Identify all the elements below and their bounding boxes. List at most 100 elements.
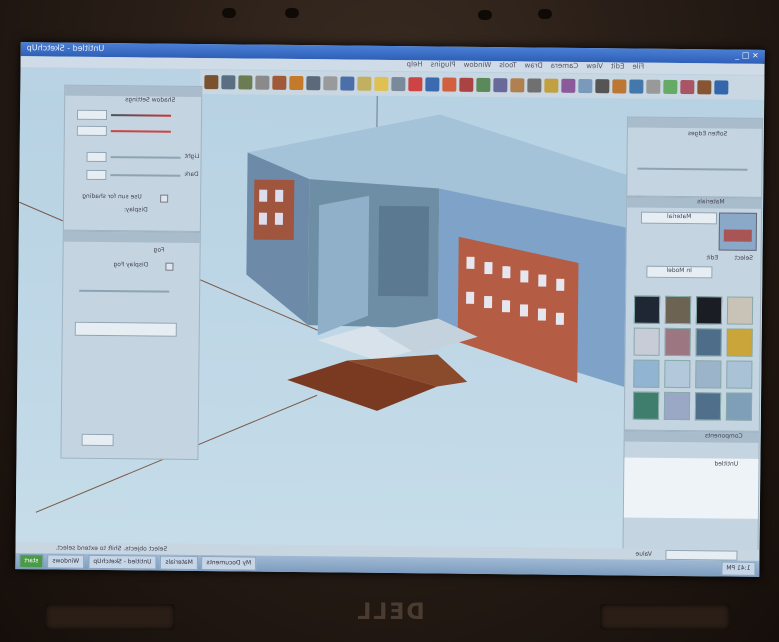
bezel-screw [538, 9, 552, 19]
tool-button-icon[interactable] [561, 78, 576, 93]
material-swatch[interactable] [695, 328, 722, 357]
tab-edit[interactable]: Edit [707, 254, 719, 261]
menu-window[interactable]: Window [464, 61, 492, 69]
tool-button-icon[interactable] [408, 77, 423, 92]
tab-select[interactable]: Select [735, 255, 754, 262]
material-swatch[interactable] [633, 295, 661, 324]
material-swatch[interactable] [633, 327, 660, 356]
components-list[interactable]: Untitled [623, 457, 759, 519]
left-building [253, 179, 295, 240]
menu-help[interactable]: Help [407, 60, 423, 68]
light-field[interactable] [86, 151, 107, 163]
fog-panel: Fog Display Fog [60, 230, 201, 461]
taskbar-item[interactable]: Materials [160, 555, 198, 571]
taskbar-item[interactable]: Windows [47, 554, 85, 569]
light-slider[interactable] [110, 156, 181, 159]
menu-view[interactable]: View [587, 62, 604, 70]
tool-button-icon[interactable] [510, 78, 525, 93]
tool-button-icon[interactable] [374, 76, 389, 91]
material-swatch[interactable] [632, 391, 660, 420]
tool-button-icon[interactable] [391, 77, 406, 92]
dark-slider[interactable] [110, 174, 181, 177]
date-field[interactable] [76, 125, 107, 137]
menu-edit[interactable]: Edit [611, 62, 625, 70]
material-swatch[interactable] [663, 391, 691, 421]
menu-draw[interactable]: Draw [525, 61, 543, 69]
tool-button-icon[interactable] [663, 79, 678, 94]
tool-button-icon[interactable] [425, 77, 440, 92]
tool-button-icon[interactable] [272, 75, 287, 90]
tool-button-icon[interactable] [221, 75, 236, 90]
display-fog-checkbox[interactable] [165, 262, 174, 271]
collection-dropdown-label: In Model [666, 266, 692, 275]
tool-button-icon[interactable] [578, 78, 593, 94]
menu-plugins[interactable]: Plugins [431, 60, 456, 68]
taskbar-item[interactable]: Untitled - SketchUp [88, 554, 157, 570]
fog-slider[interactable] [79, 289, 170, 293]
tool-button-icon[interactable] [459, 77, 474, 92]
menu-camera[interactable]: Camera [551, 62, 579, 70]
fog-color-field[interactable] [74, 321, 177, 337]
status-text: Select objects. Shift to extend select. [55, 544, 168, 553]
material-swatch[interactable] [726, 296, 754, 325]
tool-button-icon[interactable] [357, 76, 372, 91]
list-item[interactable]: Untitled [714, 460, 738, 467]
tool-button-icon[interactable] [612, 79, 627, 94]
panel-header [63, 231, 200, 244]
tool-button-icon[interactable] [238, 75, 253, 90]
tool-button-icon[interactable] [527, 78, 542, 93]
start-button[interactable]: start [19, 554, 44, 569]
menu-file[interactable]: File [633, 63, 645, 71]
soften-edges-panel: Soften Edges [626, 116, 764, 198]
window-detail [258, 212, 268, 225]
tool-button-icon[interactable] [493, 78, 508, 93]
room-partition [317, 195, 370, 336]
right-hinge [600, 604, 730, 630]
soften-slider[interactable] [637, 167, 748, 171]
tool-button-icon[interactable] [714, 80, 729, 95]
time-field[interactable] [76, 109, 108, 121]
tool-button-icon[interactable] [204, 75, 219, 90]
panel-button[interactable] [81, 433, 114, 447]
time-slider[interactable] [111, 114, 172, 117]
tool-button-icon[interactable] [646, 79, 661, 94]
3d-viewport[interactable]: Shadow Settings Light Dark Use sun for s… [15, 84, 765, 552]
taskbar-item[interactable]: My Documents [201, 556, 257, 571]
material-swatch[interactable] [694, 392, 722, 421]
panel-header [627, 197, 762, 209]
use-sun-checkbox[interactable] [160, 194, 169, 203]
material-swatch[interactable] [664, 327, 691, 357]
tool-button-icon[interactable] [544, 78, 559, 93]
material-swatch[interactable] [664, 359, 691, 389]
tool-button-icon[interactable] [629, 79, 644, 94]
preview-building [723, 229, 752, 242]
dark-label: Dark [184, 170, 199, 178]
tool-button-icon[interactable] [442, 77, 457, 92]
bezel-screw [478, 10, 492, 20]
material-swatch[interactable] [695, 360, 722, 389]
tool-button-icon[interactable] [697, 80, 712, 95]
tool-button-icon[interactable] [680, 80, 695, 95]
material-swatch[interactable] [726, 360, 753, 389]
material-swatch[interactable] [633, 359, 660, 388]
measurements-label: Value [635, 550, 652, 558]
tool-button-icon[interactable] [595, 79, 610, 94]
window-controls[interactable]: _ □ × [735, 51, 758, 60]
material-swatch[interactable] [695, 296, 723, 325]
dark-field[interactable] [86, 169, 107, 181]
window-detail [274, 212, 284, 225]
tool-button-icon[interactable] [255, 75, 270, 90]
window-detail [259, 189, 268, 202]
material-swatch[interactable] [725, 392, 753, 421]
tool-button-icon[interactable] [306, 76, 321, 91]
light-label: Light [184, 152, 200, 160]
tool-button-icon[interactable] [340, 76, 355, 91]
material-swatch[interactable] [726, 328, 753, 357]
materials-panel: Materials Material Select Edit In Model [623, 196, 763, 432]
tool-button-icon[interactable] [476, 77, 491, 93]
material-swatch[interactable] [664, 295, 692, 325]
menu-tools[interactable]: Tools [500, 61, 517, 69]
tool-button-icon[interactable] [323, 76, 338, 91]
tool-button-icon[interactable] [289, 75, 304, 91]
date-slider[interactable] [110, 130, 171, 133]
